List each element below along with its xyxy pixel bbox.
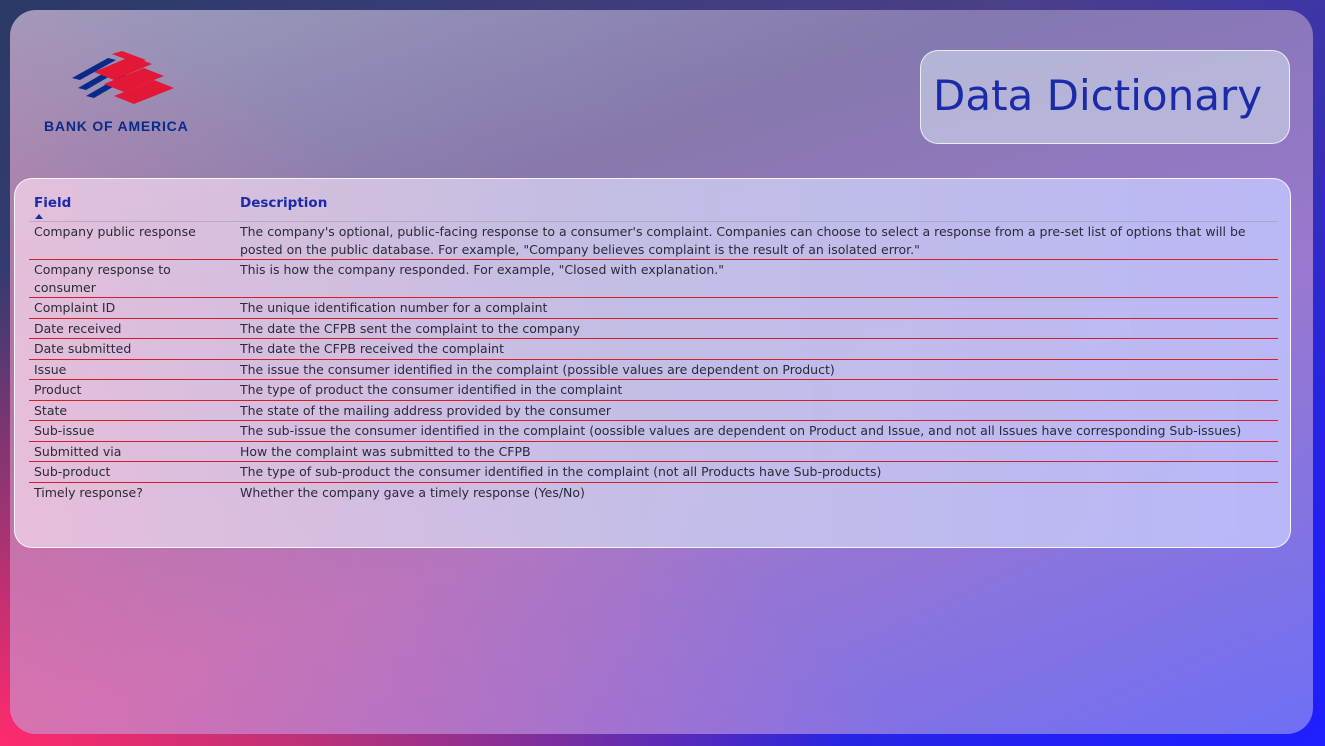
cell-field: Timely response? (34, 484, 143, 500)
cell-field: Date submitted (29, 338, 235, 360)
cell-field: Company public response (29, 221, 235, 260)
table-row[interactable]: Issue The issue the consumer identified … (29, 359, 1278, 380)
brand-logo: BANK OF AMERICA (44, 50, 204, 140)
cell-field: Product (29, 379, 235, 401)
table-row[interactable]: Complaint ID The unique identification n… (29, 297, 1278, 319)
cell-description: The issue the consumer identified in the… (235, 359, 1278, 380)
column-header-field-label: Field (34, 195, 72, 211)
cell-field: Issue (29, 359, 235, 380)
table-row[interactable]: Sub-product The type of sub-product the … (29, 461, 1278, 483)
table-header-row: Field Description (29, 193, 1278, 222)
table-row[interactable]: Sub-issue The sub-issue the consumer ide… (29, 420, 1278, 442)
cell-field: State (29, 400, 235, 421)
data-dictionary-table: Field Description Company public respons… (29, 193, 1278, 502)
table-row[interactable]: Submitted via How the complaint was subm… (29, 441, 1278, 462)
table-row[interactable]: Timely response? Whether the company gav… (29, 482, 1278, 502)
data-dictionary-table-card: Field Description Company public respons… (14, 178, 1291, 548)
cell-field: Submitted via (29, 441, 235, 462)
cell-field: Date received (29, 318, 235, 339)
cell-description: The unique identification number for a c… (235, 297, 1278, 319)
column-header-description-label: Description (240, 195, 328, 211)
column-header-field[interactable]: Field (29, 193, 235, 222)
cell-description: The sub-issue the consumer identified in… (235, 420, 1278, 442)
table-row[interactable]: State The state of the mailing address p… (29, 400, 1278, 421)
table-row[interactable]: Product The type of product the consumer… (29, 379, 1278, 401)
column-header-description[interactable]: Description (235, 193, 1278, 222)
table-row[interactable]: Date received The date the CFPB sent the… (29, 318, 1278, 339)
cell-description: The type of product the consumer identif… (235, 379, 1278, 401)
cell-field: Company response to consumer (29, 259, 235, 298)
brand-name: BANK OF AMERICA (44, 118, 189, 134)
page-title-card: Data Dictionary (920, 50, 1290, 144)
cell-description: The date the CFPB received the complaint (235, 338, 1278, 360)
table-row[interactable]: Company response to consumer This is how… (29, 259, 1278, 298)
cell-description: The date the CFPB sent the complaint to … (235, 318, 1278, 339)
cell-description: How the complaint was submitted to the C… (235, 441, 1278, 462)
cell-field: Complaint ID (29, 297, 235, 319)
cell-field: Sub-product (29, 461, 235, 483)
sort-ascending-icon (35, 214, 43, 219)
table-row[interactable]: Company public response The company's op… (29, 221, 1278, 260)
bank-of-america-flag-icon (72, 51, 174, 104)
cell-description: The type of sub-product the consumer ide… (235, 461, 1278, 483)
table-row[interactable]: Date submitted The date the CFPB receive… (29, 338, 1278, 360)
cell-description: The state of the mailing address provide… (235, 400, 1278, 421)
cell-description: This is how the company responded. For e… (235, 259, 1278, 298)
cell-description: The company's optional, public-facing re… (235, 221, 1278, 260)
page-title: Data Dictionary (933, 71, 1263, 120)
cell-description: Whether the company gave a timely respon… (240, 484, 585, 500)
cell-field: Sub-issue (29, 420, 235, 442)
